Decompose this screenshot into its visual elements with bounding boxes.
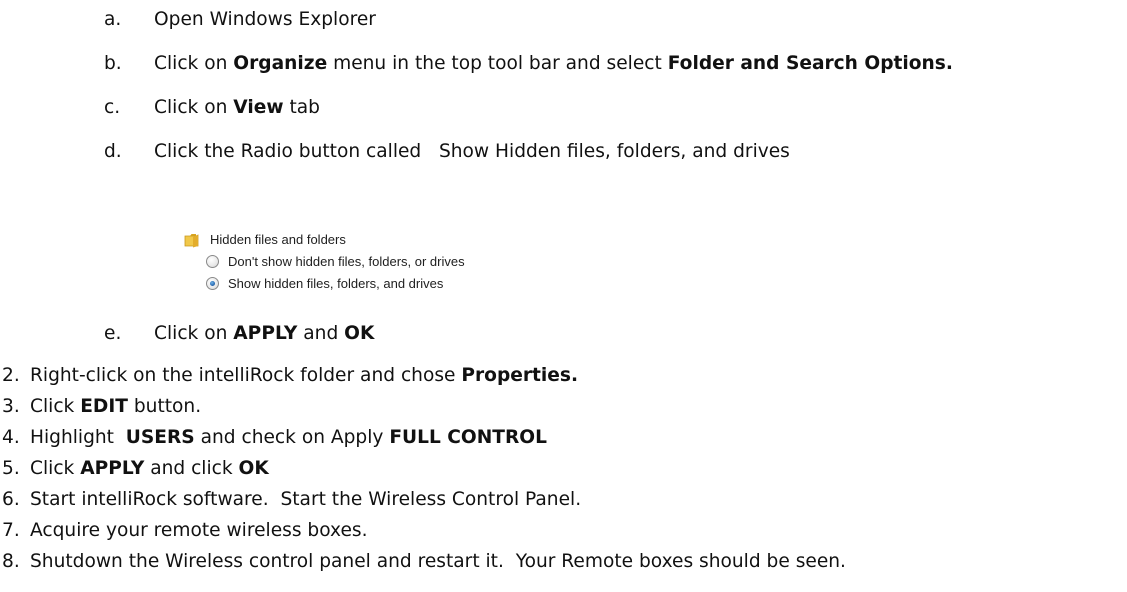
step-marker: b.: [104, 53, 122, 74]
group-label: Hidden files and folders: [210, 232, 346, 247]
text-run: Highlight: [30, 427, 126, 448]
step-text: Click the Radio button called Show Hidde…: [154, 141, 790, 162]
bold-run: Properties.: [461, 365, 579, 386]
step-marker: 6.: [2, 489, 20, 510]
bold-run: Folder and Search Options.: [667, 53, 953, 74]
bold-run: View: [233, 97, 284, 118]
text-run: Click: [30, 458, 81, 479]
step-text: Acquire your remote wireless boxes.: [30, 520, 368, 541]
step-marker: 7.: [2, 520, 20, 541]
step-text: Click APPLY and click OK: [30, 457, 269, 481]
text-run: and check on Apply: [194, 427, 390, 448]
step-marker: a.: [104, 9, 122, 30]
bold-run: FULL CONTROL: [389, 427, 547, 448]
text-run: menu in the top tool bar and select: [327, 53, 668, 74]
text-run: Right-click on the intelliRock folder an…: [30, 365, 462, 386]
text-run: Click: [30, 396, 81, 417]
option-label: Don't show hidden files, folders, or dri…: [228, 254, 465, 269]
step-text: Open Windows Explorer: [154, 9, 376, 30]
step-text: Right-click on the intelliRock folder an…: [30, 364, 578, 388]
bold-run: EDIT: [80, 396, 128, 417]
text-run: Click on: [154, 323, 234, 344]
step-marker: c.: [104, 97, 121, 118]
radio-unchecked-icon[interactable]: [206, 255, 219, 268]
text-run: button.: [127, 396, 202, 417]
step-marker: e.: [104, 323, 122, 344]
bold-run: APPLY: [80, 458, 145, 479]
step-marker: 4.: [2, 427, 20, 448]
bold-run: USERS: [125, 427, 195, 448]
step-text: Click EDIT button.: [30, 395, 201, 419]
option-label: Show hidden files, folders, and drives: [228, 276, 444, 291]
folder-icon: [184, 234, 199, 248]
bold-run: OK: [238, 458, 269, 479]
bold-run: Organize: [233, 53, 328, 74]
radio-checked-icon[interactable]: [206, 277, 219, 290]
step-text: Shutdown the Wireless control panel and …: [30, 551, 846, 572]
bold-run: APPLY: [233, 323, 298, 344]
step-text: Click on APPLY and OK: [154, 322, 374, 346]
step-marker: d.: [104, 141, 122, 162]
step-text: Click on Organize menu in the top tool b…: [154, 52, 953, 76]
step-marker: 3.: [2, 396, 20, 417]
step-marker: 8.: [2, 551, 20, 572]
step-text: Highlight USERS and check on Apply FULL …: [30, 426, 547, 450]
text-run: Click on: [154, 97, 234, 118]
text-run: Click on: [154, 53, 234, 74]
instruction-document: a. Open Windows Explorer b. Click on Org…: [0, 0, 1127, 592]
step-marker: 2.: [2, 365, 20, 386]
text-run: and click: [144, 458, 239, 479]
hidden-files-settings-snippet: Hidden files and folders Don't show hidd…: [184, 232, 614, 312]
step-text: Start intelliRock software. Start the Wi…: [30, 489, 582, 510]
text-run: tab: [283, 97, 320, 118]
step-marker: 5.: [2, 458, 20, 479]
bold-run: OK: [344, 323, 375, 344]
step-text: Click on View tab: [154, 96, 320, 120]
text-run: and: [297, 323, 345, 344]
